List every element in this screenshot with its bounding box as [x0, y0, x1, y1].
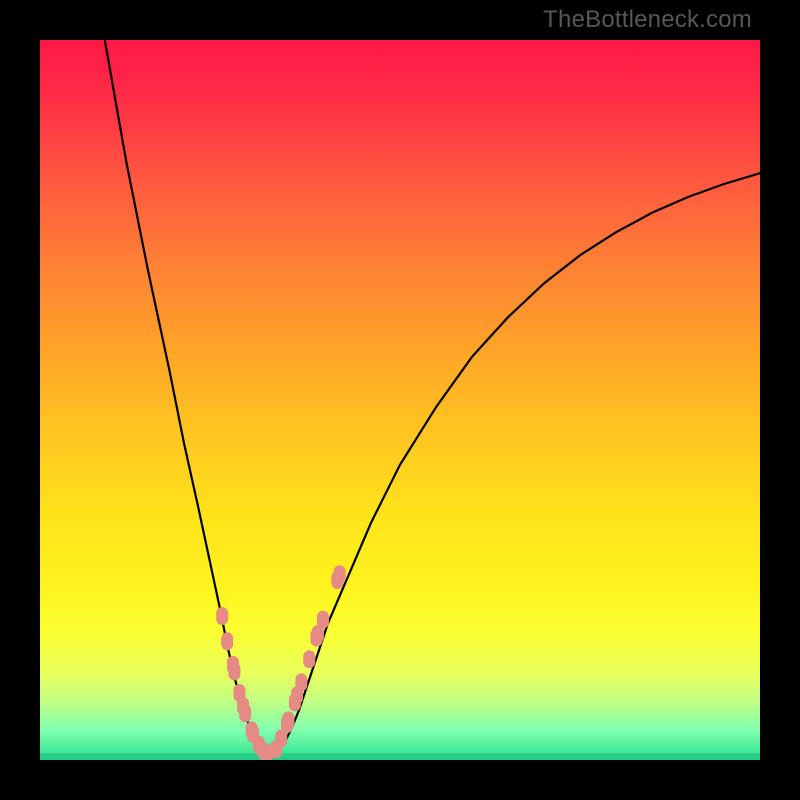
curve-left-path — [105, 40, 271, 756]
marker-dot — [334, 565, 346, 583]
marker-dot — [228, 662, 240, 680]
marker-dot — [216, 607, 228, 625]
marker-dot — [317, 611, 329, 629]
plot-area — [40, 40, 760, 760]
chart-container: TheBottleneck.com — [0, 0, 800, 800]
marker-dot — [295, 673, 307, 691]
baseline-band — [40, 753, 760, 760]
marker-dot — [221, 632, 233, 650]
watermark-text: TheBottleneck.com — [543, 6, 752, 34]
curve-right-path — [270, 173, 760, 756]
marker-dot — [303, 650, 315, 668]
marker-dot — [282, 711, 294, 729]
marker-layer — [216, 565, 345, 760]
marker-dot — [239, 704, 251, 722]
chart-overlay-svg — [40, 40, 760, 760]
